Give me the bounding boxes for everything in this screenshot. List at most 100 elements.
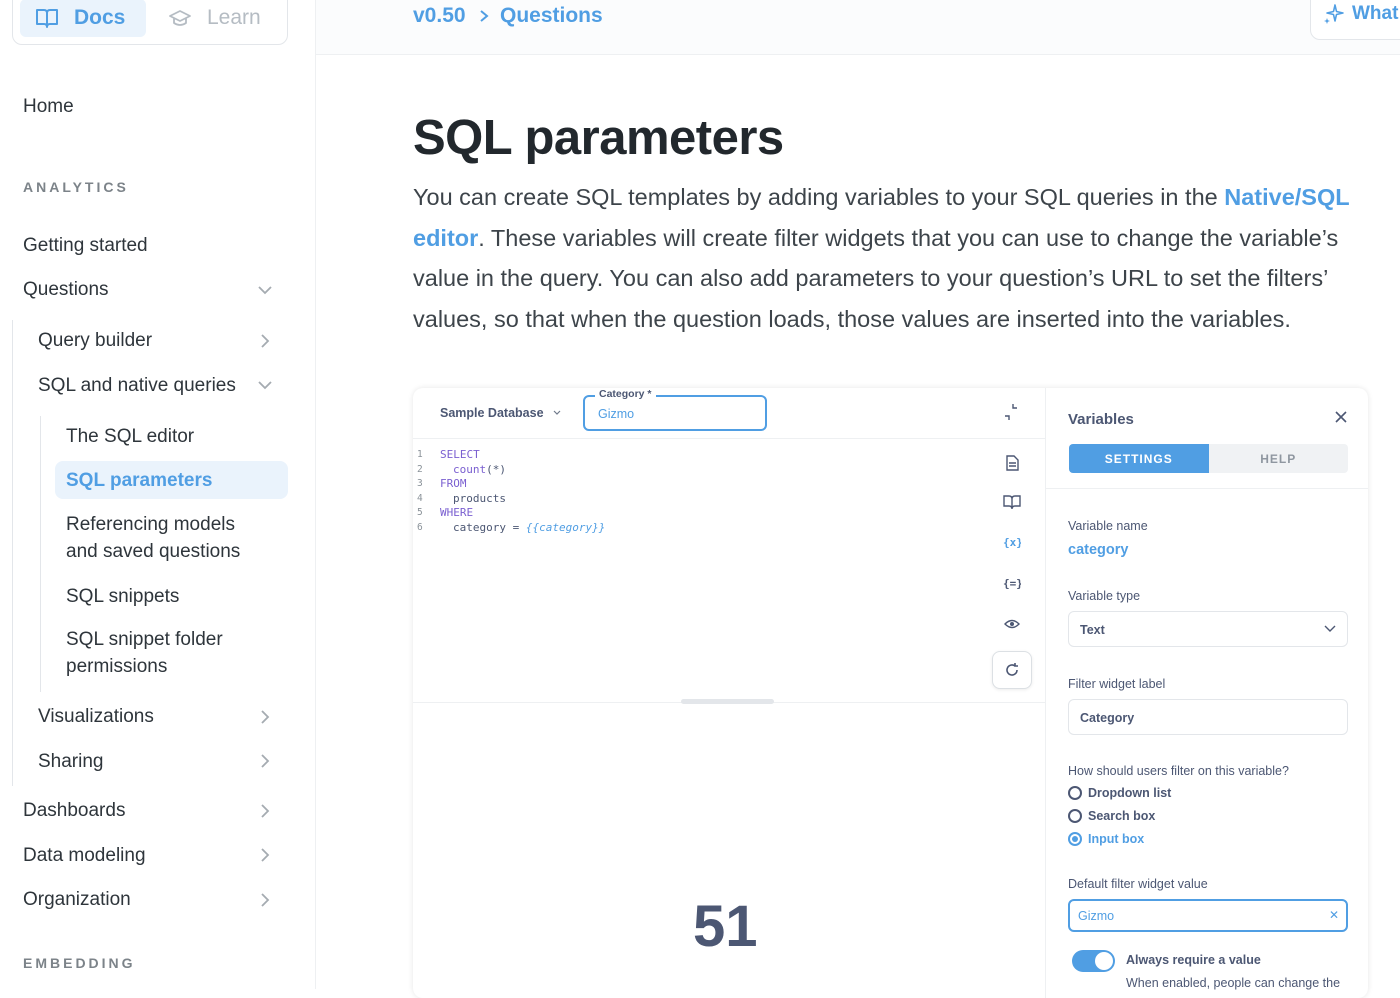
eye-icon[interactable]	[1003, 615, 1021, 633]
sql-keyword: FROM	[440, 477, 467, 490]
radio-label: Input box	[1088, 832, 1145, 846]
sidebar-item-sql-snippets[interactable]: SQL snippets	[66, 583, 179, 610]
always-require-toggle[interactable]	[1072, 950, 1115, 972]
radio-circle	[1068, 809, 1082, 823]
sidebar-item-query-builder[interactable]: Query builder	[38, 327, 152, 354]
chevron-down-icon[interactable]	[256, 376, 274, 394]
variable-type-value: Text	[1080, 623, 1105, 637]
docs-tab-label: Docs	[74, 6, 126, 29]
file-icon[interactable]	[1003, 454, 1021, 472]
tree-line	[40, 416, 41, 692]
sql-keyword: SELECT	[440, 448, 480, 461]
variable-type-select[interactable]: Text	[1068, 611, 1348, 647]
section-heading-analytics: ANALYTICS	[23, 179, 129, 195]
database-picker[interactable]: Sample Database	[440, 406, 562, 420]
breadcrumb-separator-icon	[480, 10, 489, 22]
sidebar-item-home[interactable]: Home	[23, 96, 74, 118]
sparkles-icon	[1324, 4, 1344, 24]
sidebar-item-data-modeling[interactable]: Data modeling	[23, 842, 146, 869]
learn-tab-label: Learn	[207, 6, 261, 29]
widget-label-input[interactable]: Category	[1068, 699, 1348, 735]
sidebar-item-visualizations[interactable]: Visualizations	[38, 703, 154, 730]
widget-label-label: Filter widget label	[1068, 677, 1166, 691]
docs-learn-toggle: Docs Learn	[12, 0, 288, 45]
chevron-right-icon[interactable]	[256, 846, 274, 864]
radio-label: Dropdown list	[1088, 786, 1172, 800]
always-require-label: Always require a value	[1126, 953, 1261, 967]
chevron-down-icon	[553, 410, 561, 415]
graduation-cap-icon	[169, 10, 191, 26]
radio-label: Search box	[1088, 809, 1156, 823]
sidebar-item-sharing[interactable]: Sharing	[38, 748, 104, 775]
tab-settings[interactable]: SETTINGS	[1069, 444, 1209, 473]
chevron-down-icon	[1324, 625, 1336, 632]
sidebar-item-sql-parameters[interactable]: SQL parameters	[66, 467, 212, 494]
default-value-text: Gizmo	[1078, 909, 1115, 923]
sql-function: count	[453, 462, 487, 476]
sidebar-item-dashboards[interactable]: Dashboards	[23, 797, 125, 824]
sidebar-item-questions[interactable]: Questions	[23, 276, 109, 303]
radio-search-box[interactable]: Search box	[1068, 809, 1155, 823]
radio-dropdown-list[interactable]: Dropdown list	[1068, 786, 1171, 800]
tree-line	[12, 320, 13, 786]
sidebar-item-snippet-folder-permissions[interactable]: SQL snippet folder permissions	[66, 626, 223, 680]
panel-divider	[1046, 488, 1368, 489]
svg-text:{=}: {=}	[1003, 577, 1021, 590]
tab-help[interactable]: HELP	[1208, 444, 1348, 473]
variables-panel: Variables SETTINGS HELP Variable name ca…	[1045, 388, 1368, 998]
sidebar-item-label: Referencing models	[66, 514, 235, 535]
sidebar-item-getting-started[interactable]: Getting started	[23, 232, 148, 259]
book-icon[interactable]	[1003, 493, 1021, 511]
intro-text: You can create SQL templates by adding v…	[413, 184, 1225, 210]
clear-icon[interactable]: ✕	[1329, 908, 1339, 922]
query-result-number: 51	[693, 894, 758, 959]
chevron-right-icon[interactable]	[256, 891, 274, 909]
sidebar-item-sql-native[interactable]: SQL and native queries	[38, 372, 236, 399]
sidebar-item-organization[interactable]: Organization	[23, 886, 131, 913]
editor-toolbar: Sample Database Category * Gizmo	[413, 388, 1045, 439]
sidebar-item-label: SQL snippet folder	[66, 629, 223, 650]
variables-icon[interactable]: {x}	[1003, 533, 1021, 551]
whats-new-button[interactable]: What	[1310, 0, 1400, 40]
line-number: 2	[417, 463, 423, 475]
top-bar: v0.50 Questions	[316, 0, 1400, 55]
sidebar-item-label: permissions	[66, 656, 168, 677]
filter-type-question: How should users filter on this variable…	[1068, 764, 1289, 778]
sql-keyword: WHERE	[440, 506, 474, 519]
variable-name-label: Variable name	[1068, 519, 1148, 533]
sql-variable: {{category}}	[525, 520, 606, 534]
section-heading-embedding: EMBEDDING	[23, 955, 136, 971]
page-title: SQL parameters	[413, 111, 784, 165]
chevron-right-icon[interactable]	[256, 752, 274, 770]
sidebar-item-sql-editor[interactable]: The SQL editor	[66, 423, 194, 450]
chevron-right-icon[interactable]	[256, 332, 274, 350]
line-number: 3	[417, 478, 423, 489]
svg-text:{x}: {x}	[1003, 536, 1021, 549]
learn-tab[interactable]: Learn	[168, 0, 261, 37]
sql-text: products	[453, 491, 506, 505]
docs-sidebar: Docs Learn Home ANALYTICS Getting starte…	[0, 0, 316, 989]
database-name: Sample Database	[440, 406, 544, 420]
default-value-input[interactable]: Gizmo ✕	[1068, 899, 1348, 932]
chevron-down-icon[interactable]	[256, 281, 274, 299]
variable-name-value: category	[1068, 542, 1129, 558]
resize-handle[interactable]	[681, 699, 774, 704]
filter-widget-label: Category *	[595, 388, 656, 400]
radio-input-box[interactable]: Input box	[1068, 832, 1144, 846]
variable-type-label: Variable type	[1068, 589, 1141, 603]
breadcrumb-version[interactable]: v0.50	[413, 4, 466, 28]
widget-label-value: Category	[1080, 711, 1135, 725]
radio-circle	[1068, 832, 1082, 846]
run-query-button[interactable]	[992, 651, 1032, 689]
collapse-icon[interactable]	[1003, 404, 1019, 420]
docs-tab[interactable]: Docs	[20, 0, 146, 37]
category-filter-widget[interactable]: Category * Gizmo	[583, 388, 767, 431]
breadcrumb-questions[interactable]: Questions	[500, 4, 603, 28]
snippets-icon[interactable]: {=}	[1003, 574, 1021, 592]
refresh-icon	[1006, 663, 1018, 676]
panel-title: Variables	[1068, 411, 1134, 428]
chevron-right-icon[interactable]	[256, 802, 274, 820]
close-icon[interactable]	[1334, 410, 1348, 424]
chevron-right-icon[interactable]	[256, 708, 274, 726]
sidebar-item-referencing-models[interactable]: Referencing models and saved questions	[66, 511, 240, 565]
